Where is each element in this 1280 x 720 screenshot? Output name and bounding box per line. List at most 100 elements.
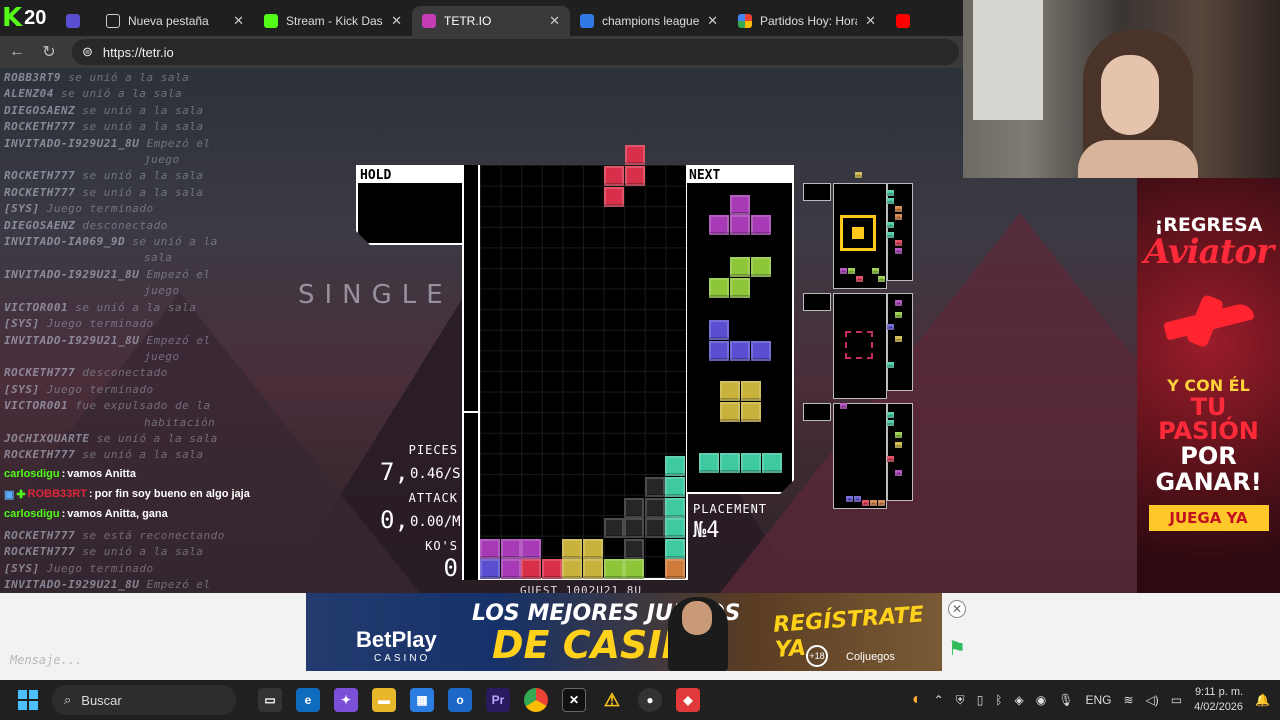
room-chat-text: se unió a la: [132, 235, 218, 249]
address-bar: ← ↻ ⊜ https://tetr.io: [0, 36, 963, 68]
chat-username[interactable]: ROBB33RT: [28, 488, 87, 500]
tab-tetrio[interactable]: TETR.IO ✕: [412, 6, 570, 36]
board-cell: [603, 559, 624, 580]
app-red-icon[interactable]: ◆: [676, 688, 700, 712]
room-chat-log: ROBB3RT9 se unió a la sala ALENZ04 se uni…: [4, 70, 254, 464]
reload-icon[interactable]: ↻: [40, 42, 58, 62]
chevron-up-icon[interactable]: ⌃: [934, 693, 944, 707]
next-cell: [751, 341, 771, 361]
usb-icon[interactable]: ▯: [977, 693, 984, 707]
taskbar-search[interactable]: ⌕ Buscar: [52, 685, 236, 715]
room-chat-line: [SYS] Juego terminado: [4, 382, 254, 398]
tab-champions[interactable]: champions league partido ✕: [570, 6, 728, 36]
close-icon[interactable]: ✕: [865, 13, 876, 29]
airplane-icon: [1154, 286, 1264, 356]
board-cell: [500, 559, 521, 580]
room-chat-line: INVITADO-I929U21_8U Empezó el: [4, 333, 254, 349]
room-chat-user: ROCKETH777: [4, 185, 76, 199]
mini-cell: [856, 276, 863, 282]
defender-icon[interactable]: ◈: [1015, 693, 1024, 707]
wall-poster: [973, 0, 1043, 120]
pieces-label: PIECES: [408, 443, 458, 457]
board-cell: [480, 538, 500, 559]
copilot-icon[interactable]: ✦: [334, 688, 358, 712]
next-cell: [730, 257, 750, 277]
network-app-icon[interactable]: ◉: [1036, 693, 1046, 707]
webcam-feed: [963, 0, 1280, 178]
notification-icon[interactable]: 🔔: [1255, 693, 1270, 707]
board-cell: [665, 497, 686, 518]
badge-icon: ✚: [16, 488, 26, 501]
language-indicator[interactable]: ENG: [1085, 693, 1111, 707]
room-chat-text: juego: [144, 349, 180, 363]
room-chat-user: ROCKETH777: [4, 169, 76, 183]
youtube-icon: [896, 14, 910, 28]
premiere-icon[interactable]: Pr: [486, 688, 510, 712]
room-chat-text: se unió a la sala: [82, 169, 204, 183]
ad-flag-icon[interactable]: ⚑: [948, 636, 966, 661]
aviator-ad[interactable]: ¡REGRESA Aviator Y CON ÉL TU PASIÓN POR …: [1137, 178, 1280, 593]
next-label: NEXT: [687, 167, 792, 183]
shield-icon[interactable]: ⛨: [956, 693, 965, 708]
battery-icon[interactable]: ▭: [1171, 693, 1182, 707]
ad-close-icon[interactable]: ✕: [948, 600, 966, 618]
room-chat-text: se unió a la sala: [96, 431, 218, 445]
board-cell: [665, 538, 686, 559]
task-view-icon[interactable]: ▭: [258, 688, 282, 712]
capcut-icon[interactable]: ✕: [562, 688, 586, 712]
file-explorer-icon[interactable]: ▬: [372, 688, 396, 712]
site-info-icon[interactable]: ⊜: [82, 44, 93, 60]
kick-logo: K 20: [0, 0, 56, 36]
back-icon[interactable]: ←: [8, 43, 26, 61]
close-icon[interactable]: ✕: [233, 13, 244, 29]
tab-kick-dashboard[interactable]: Stream - Kick Dashboard ✕: [254, 6, 412, 36]
volume-icon[interactable]: ◁): [1146, 693, 1159, 707]
tab-app[interactable]: [56, 6, 96, 36]
attack-rate: 0.00/M: [410, 514, 461, 530]
ad-line: TU: [1190, 393, 1227, 421]
bluetooth-icon[interactable]: ᛒ: [995, 693, 1002, 707]
room-chat-user: INVITADO-I929U21_8U: [4, 267, 140, 281]
chat-input[interactable]: Mensaje...: [10, 653, 82, 667]
room-chat-user: [SYS]: [4, 561, 40, 575]
room-chat-user: DIEGOSAENZ: [4, 103, 76, 117]
betplay-ad[interactable]: BetPlay CASINO LOS MEJORES JUEGOS DE CAS…: [306, 593, 942, 671]
ad-line: PASIÓN: [1158, 417, 1259, 445]
chat-username[interactable]: carlosdigu: [4, 468, 60, 480]
wifi-icon[interactable]: ≋: [1123, 693, 1133, 707]
windows-start-icon[interactable]: [18, 690, 38, 710]
tab-partidos[interactable]: Partidos Hoy: Horarios y ✕: [728, 6, 886, 36]
microphone-icon[interactable]: 🎙: [1058, 693, 1073, 707]
tab-new-tab[interactable]: Nueva pestaña ✕: [96, 6, 254, 36]
chat-username[interactable]: carlosdigu: [4, 508, 60, 520]
close-icon[interactable]: ✕: [549, 13, 560, 29]
clock[interactable]: 9:11 p. m. 4/02/2026: [1194, 685, 1243, 715]
active-cell: [625, 166, 645, 186]
url-field[interactable]: ⊜ https://tetr.io: [72, 39, 959, 65]
board-cell: [665, 518, 686, 539]
close-icon[interactable]: ✕: [391, 13, 402, 29]
obs-icon[interactable]: ●: [638, 688, 662, 712]
room-chat-user: VICTOR001: [4, 300, 69, 314]
next-cell: [741, 402, 761, 422]
room-chat-line: ALENZ04 se unió a la sala: [4, 86, 254, 102]
opponent-hold: [803, 183, 831, 201]
room-chat-line: VICTOR001 fue expulsado de la: [4, 398, 254, 414]
tab-youtube[interactable]: T: [886, 6, 926, 36]
store-icon[interactable]: ▦: [410, 688, 434, 712]
edge-icon[interactable]: e: [296, 688, 320, 712]
chrome-icon[interactable]: [524, 688, 548, 712]
room-chat-text: se unió a la sala: [68, 71, 190, 84]
ghost-cell: [603, 518, 624, 539]
warning-icon[interactable]: ⚠: [600, 688, 624, 712]
pieces-value: 7,: [380, 458, 409, 486]
outlook-icon[interactable]: o: [448, 688, 472, 712]
weather-icon[interactable]: ◐: [912, 691, 922, 709]
mini-cell: [895, 206, 902, 212]
ad-cta-button[interactable]: JUEGA YA: [1148, 505, 1269, 531]
next-cell: [709, 341, 729, 361]
board-cell: [562, 559, 583, 580]
room-chat-user: JOCHIXQUARTE: [4, 431, 90, 445]
close-icon[interactable]: ✕: [707, 13, 718, 29]
room-chat-line: ROCKETH777 desconectado: [4, 365, 254, 381]
